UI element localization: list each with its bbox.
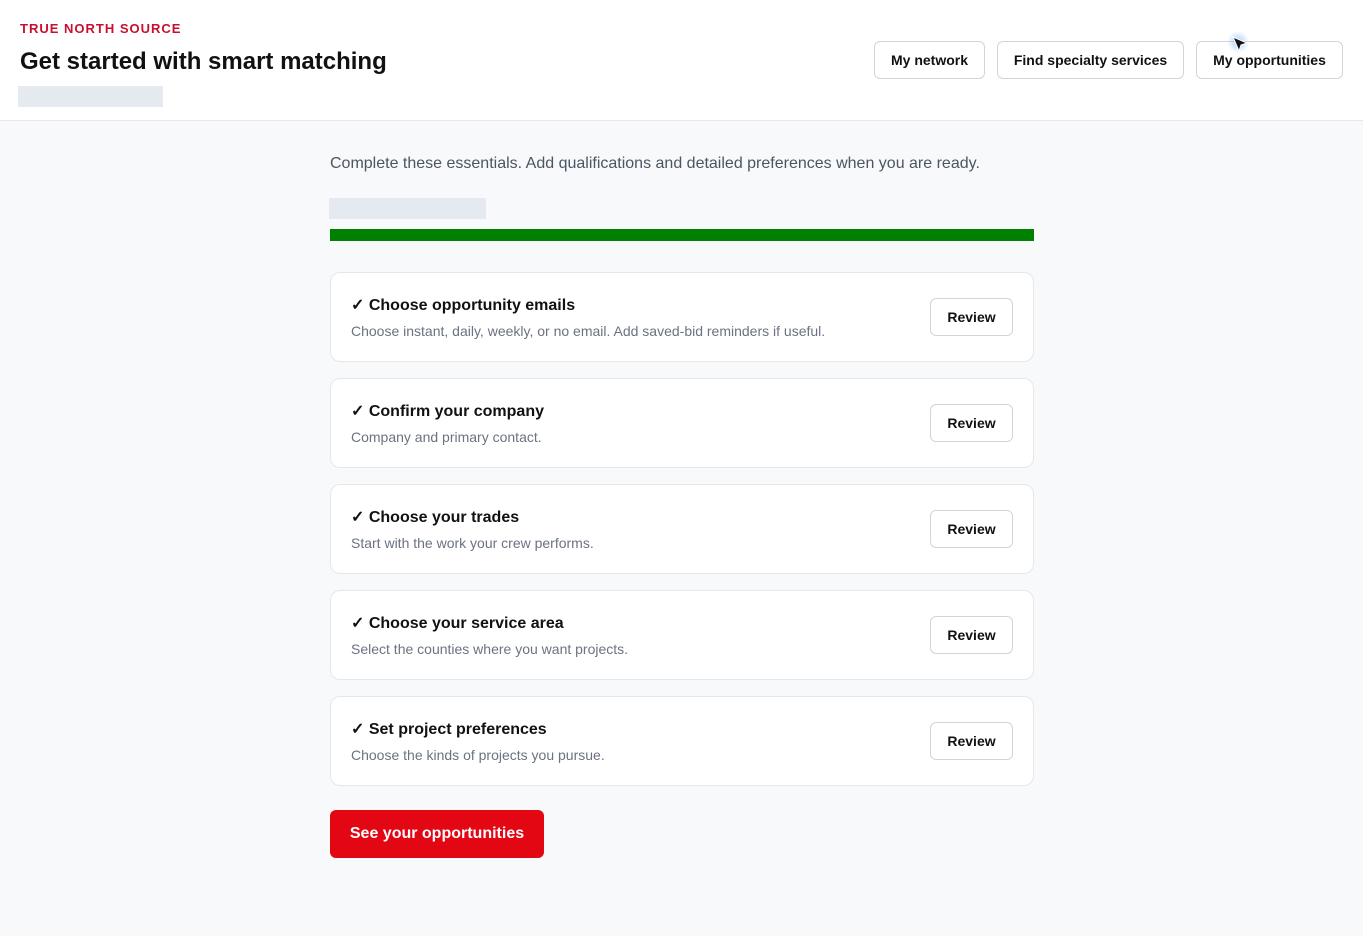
progress-bar xyxy=(330,229,1034,241)
step-description: Choose the kinds of projects you pursue. xyxy=(351,747,605,763)
step-title: ✓ Choose your trades xyxy=(351,509,520,526)
review-opportunity-emails-button[interactable]: Review xyxy=(930,298,1013,336)
step-card-opportunity-emails: ✓ Choose opportunity emails Choose insta… xyxy=(330,272,1034,362)
step-title: ✓ Set project preferences xyxy=(351,721,547,738)
step-card-trades: ✓ Choose your trades Start with the work… xyxy=(330,484,1034,574)
step-description: Select the counties where you want proje… xyxy=(351,641,629,657)
see-opportunities-button[interactable]: See your opportunities xyxy=(330,810,544,858)
intro-text: Complete these essentials. Add qualifica… xyxy=(330,155,980,172)
find-specialty-services-button[interactable]: Find specialty services xyxy=(997,41,1184,79)
step-card-project-preferences: ✓ Set project preferences Choose the kin… xyxy=(330,696,1034,786)
progress-label-placeholder xyxy=(329,198,486,219)
step-title: ✓ Choose opportunity emails xyxy=(351,297,576,314)
review-project-preferences-button[interactable]: Review xyxy=(930,722,1013,760)
top-header: TRUE NORTH SOURCE Get started with smart… xyxy=(0,0,1363,121)
subtitle-placeholder xyxy=(18,86,163,107)
page-title: Get started with smart matching xyxy=(20,48,387,75)
review-company-button[interactable]: Review xyxy=(930,404,1013,442)
step-card-service-area: ✓ Choose your service area Select the co… xyxy=(330,590,1034,680)
step-description: Company and primary contact. xyxy=(351,429,542,445)
step-description: Choose instant, daily, weekly, or no ema… xyxy=(351,323,826,339)
step-title: ✓ Confirm your company xyxy=(351,403,544,420)
step-title: ✓ Choose your service area xyxy=(351,615,564,632)
step-description: Start with the work your crew performs. xyxy=(351,535,594,551)
progress-bar-fill xyxy=(330,229,1034,241)
my-network-button[interactable]: My network xyxy=(874,41,985,79)
step-card-company: ✓ Confirm your company Company and prima… xyxy=(330,378,1034,468)
review-service-area-button[interactable]: Review xyxy=(930,616,1013,654)
review-trades-button[interactable]: Review xyxy=(930,510,1013,548)
my-opportunities-button[interactable]: My opportunities xyxy=(1196,41,1343,79)
brand-label: TRUE NORTH SOURCE xyxy=(20,21,182,36)
